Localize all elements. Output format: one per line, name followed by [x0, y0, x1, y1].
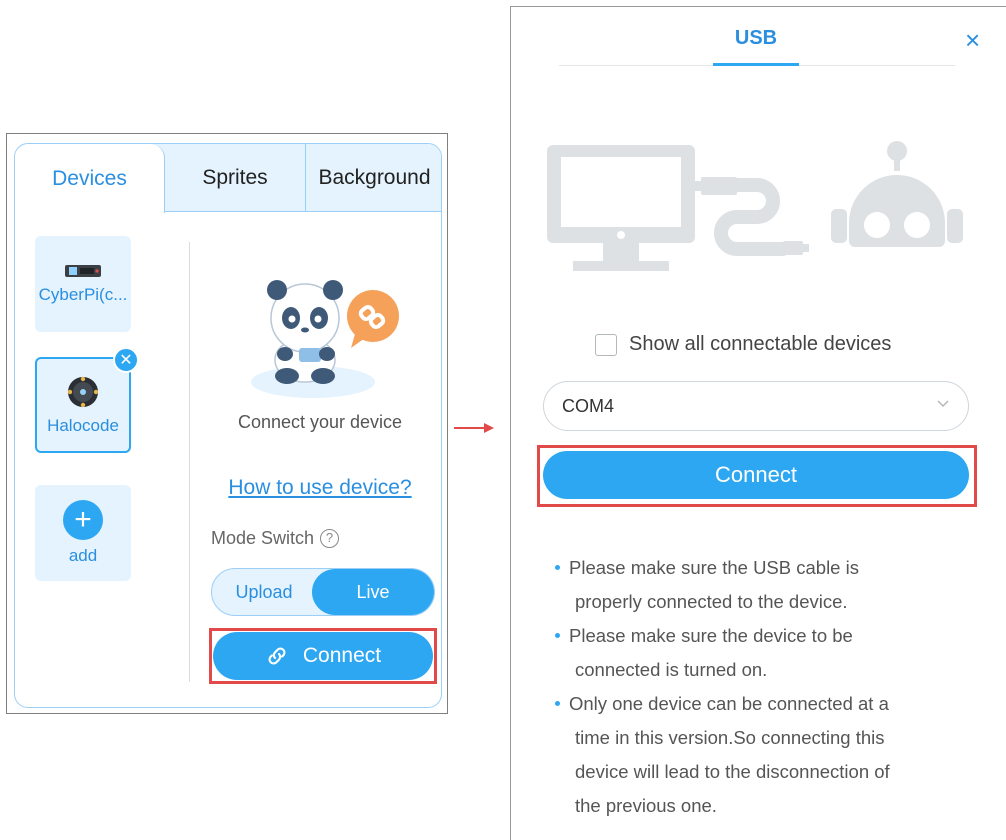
device-card-halocode[interactable]: Halocode ✕: [35, 347, 139, 453]
show-all-devices-label: Show all connectable devices: [629, 333, 892, 355]
mode-switch-label: Mode Switch ?: [211, 528, 340, 549]
device-panel: Devices Sprites Background CyberPi(c...: [14, 143, 442, 708]
mode-upload-option[interactable]: Upload: [212, 569, 316, 615]
tip-line: Please make sure the device to be: [569, 625, 853, 646]
connection-tips: Please make sure the USB cable is proper…: [539, 551, 979, 823]
connect-button-label: Connect: [302, 644, 382, 667]
mode-switch-text: Mode Switch: [211, 528, 315, 548]
port-select[interactable]: COM4: [543, 381, 969, 431]
close-icon: ✕: [119, 352, 133, 369]
connect-button[interactable]: Connect: [213, 632, 433, 680]
tab-usb-underline: [713, 63, 799, 66]
arrow-right-icon: [454, 423, 494, 433]
device-label: CyberPi(c...: [38, 285, 128, 304]
tip-item: Please make sure the device to be connec…: [539, 619, 979, 687]
device-card-cyberpi[interactable]: CyberPi(c...: [35, 236, 131, 332]
tip-line: time in this version.So connecting this: [575, 727, 885, 748]
link-icon: [268, 647, 286, 665]
robot-icon: [831, 141, 963, 247]
panda-illustration: [251, 280, 399, 398]
usb-connection-illustration: [547, 141, 963, 271]
checkbox[interactable]: [595, 333, 617, 356]
connect-device-text: Connect your device: [237, 412, 403, 432]
bullet: [555, 565, 560, 570]
device-label: Halocode: [47, 416, 119, 435]
halocode-device-icon: [67, 376, 99, 408]
tab-background[interactable]: Background: [305, 144, 441, 212]
bullet: [555, 633, 560, 638]
cyberpi-device-icon: [65, 265, 101, 277]
mode-switch[interactable]: Upload Live: [211, 568, 435, 616]
bullet: [555, 701, 560, 706]
chevron-down-icon: [937, 400, 949, 408]
panel-tabs: Devices Sprites Background: [15, 144, 441, 213]
tip-line: Please make sure the USB cable is: [569, 557, 859, 578]
computer-icon: [547, 145, 695, 271]
tip-line: connected is turned on.: [575, 659, 768, 680]
connect-button[interactable]: Connect: [543, 451, 969, 499]
tip-item: Only one device can be connected at a ti…: [539, 687, 979, 823]
tip-line: device will lead to the disconnection of: [575, 761, 890, 782]
mode-live-option[interactable]: Live: [312, 569, 434, 615]
tab-sprites[interactable]: Sprites: [165, 144, 305, 212]
tip-line: the previous one.: [575, 795, 717, 816]
how-to-use-device-link[interactable]: How to use device?: [205, 476, 435, 500]
show-all-devices-checkbox[interactable]: Show all connectable devices: [595, 333, 891, 356]
tip-line: properly connected to the device.: [575, 591, 848, 612]
plus-icon: +: [63, 500, 103, 540]
tip-item: Please make sure the USB cable is proper…: [539, 551, 979, 619]
divider: [189, 242, 190, 682]
usb-connect-dialog: USB × Show all connectable devices COM4 …: [510, 6, 1006, 840]
device-panel-frame: Devices Sprites Background CyberPi(c...: [6, 133, 448, 714]
tab-usb[interactable]: USB: [713, 27, 799, 50]
tab-devices[interactable]: Devices: [15, 144, 165, 213]
close-icon[interactable]: ×: [965, 25, 980, 56]
port-select-value: COM4: [562, 395, 615, 416]
add-device-button[interactable]: + add: [35, 485, 131, 581]
help-icon[interactable]: ?: [320, 529, 340, 548]
add-label: add: [68, 546, 98, 565]
tip-line: Only one device can be connected at a: [569, 693, 889, 714]
remove-device-button[interactable]: ✕: [113, 347, 139, 373]
